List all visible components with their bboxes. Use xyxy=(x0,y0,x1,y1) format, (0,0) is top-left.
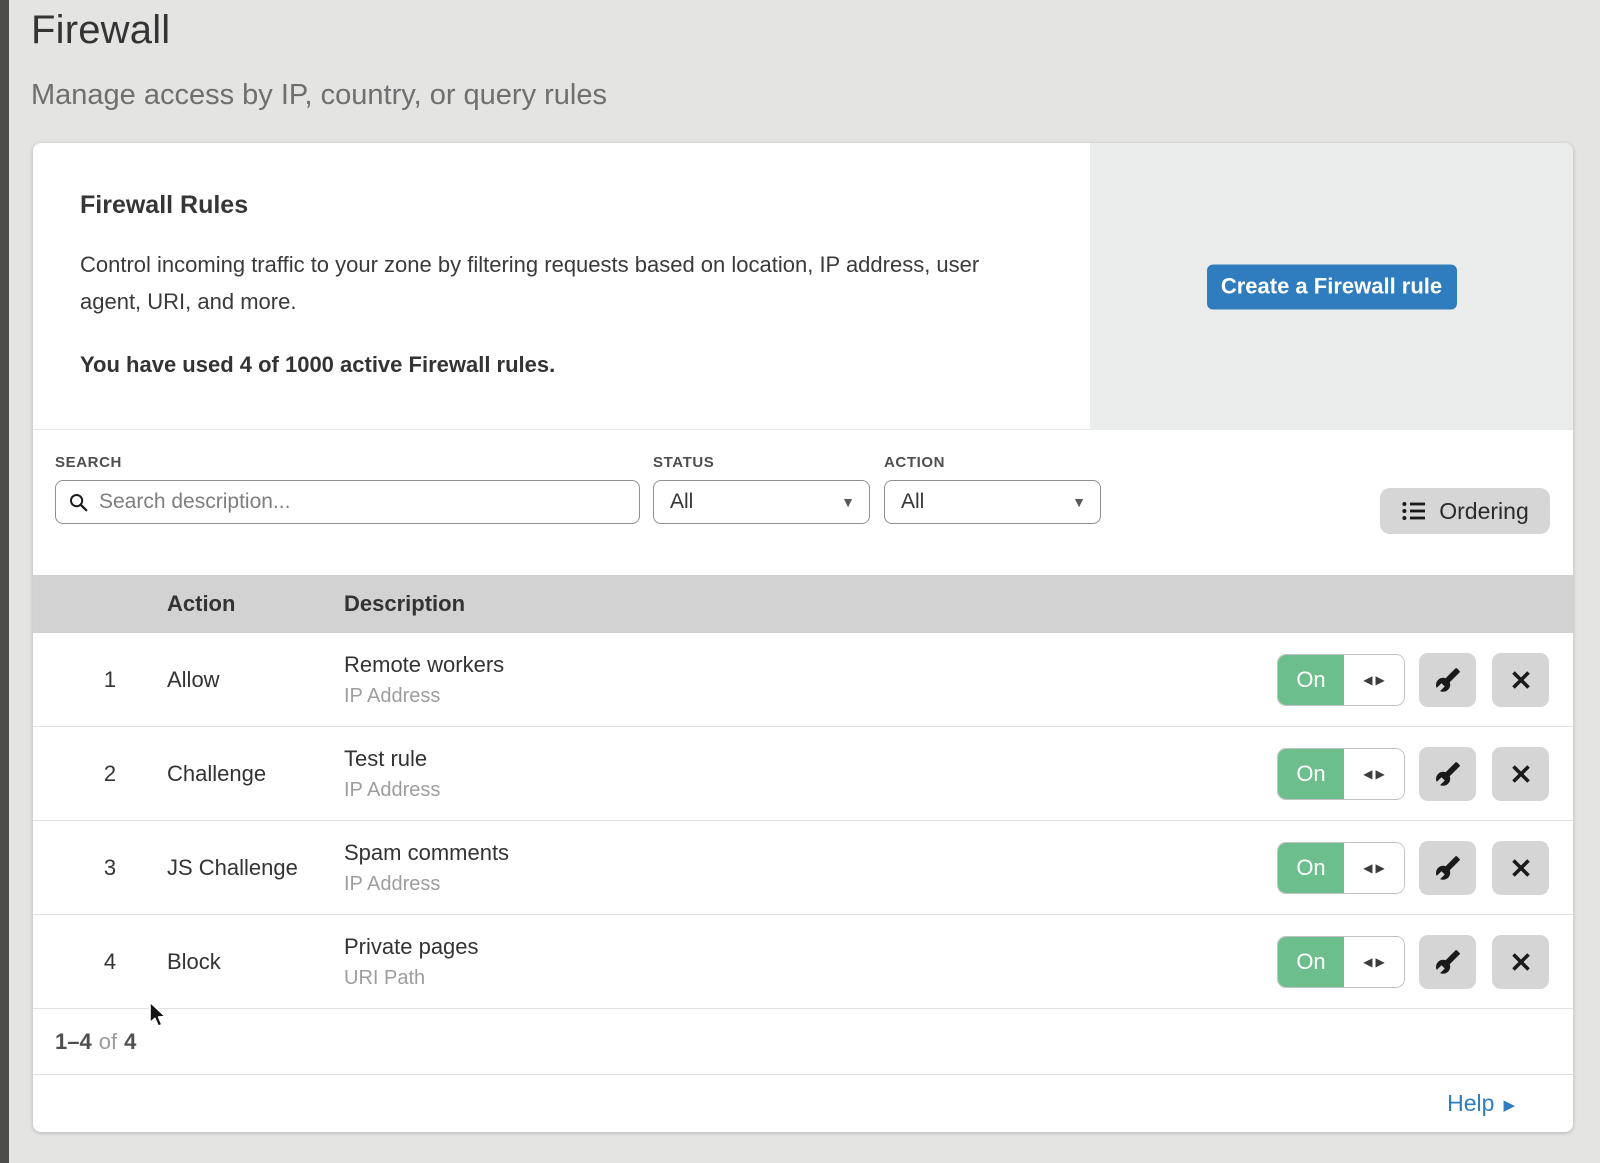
rule-match-type: IP Address xyxy=(344,779,440,802)
status-label: STATUS xyxy=(653,454,870,471)
help-label: Help xyxy=(1447,1090,1494,1117)
close-icon xyxy=(1510,763,1532,785)
ordering-button-label: Ordering xyxy=(1439,498,1528,525)
help-link[interactable]: Help ▶ xyxy=(1447,1090,1515,1117)
left-right-arrows-icon: ◀▶ xyxy=(1344,655,1404,705)
create-firewall-rule-button[interactable]: Create a Firewall rule xyxy=(1207,264,1457,309)
ordering-button[interactable]: Ordering xyxy=(1380,488,1550,534)
rule-number: 2 xyxy=(95,761,125,787)
chevron-down-icon: ▼ xyxy=(1072,494,1086,510)
rule-number: 3 xyxy=(95,855,125,881)
status-filter-group: STATUS All ▼ xyxy=(653,454,870,524)
help-row: Help ▶ xyxy=(33,1075,1573,1132)
wrench-icon xyxy=(1435,855,1461,881)
card-title: Firewall Rules xyxy=(80,191,1040,220)
mouse-cursor xyxy=(148,1001,169,1030)
rule-enabled-toggle[interactable]: On ◀▶ xyxy=(1277,936,1405,988)
status-select[interactable]: All ▼ xyxy=(653,480,870,524)
toggle-on-label: On xyxy=(1278,843,1344,893)
table-row: 1 Allow Remote workers IP Address On ◀▶ xyxy=(33,633,1573,727)
wrench-icon xyxy=(1435,949,1461,975)
left-right-arrows-icon: ◀▶ xyxy=(1344,843,1404,893)
rule-enabled-toggle[interactable]: On ◀▶ xyxy=(1277,748,1405,800)
action-value: All xyxy=(901,490,924,514)
left-edge-strip xyxy=(0,0,9,1163)
rule-match-type: URI Path xyxy=(344,967,479,990)
page-subtitle: Manage access by IP, country, or query r… xyxy=(31,79,607,112)
column-header-description: Description xyxy=(344,591,465,617)
search-icon xyxy=(68,492,89,513)
table-row: 3 JS Challenge Spam comments IP Address … xyxy=(33,821,1573,915)
rule-action: Block xyxy=(167,949,221,975)
table-row: 2 Challenge Test rule IP Address On ◀▶ xyxy=(33,727,1573,821)
edit-rule-button[interactable] xyxy=(1419,841,1476,895)
close-icon xyxy=(1510,857,1532,879)
wrench-icon xyxy=(1435,761,1461,787)
page-title: Firewall xyxy=(31,8,170,53)
rule-description-title: Private pages xyxy=(344,934,479,960)
table-header: Action Description xyxy=(33,575,1573,633)
rule-number: 4 xyxy=(95,949,125,975)
rule-enabled-toggle[interactable]: On ◀▶ xyxy=(1277,842,1405,894)
pagination-range: 1–4 xyxy=(55,1029,92,1055)
left-right-arrows-icon: ◀▶ xyxy=(1344,937,1404,987)
toggle-on-label: On xyxy=(1278,655,1344,705)
action-filter-group: ACTION All ▼ xyxy=(884,454,1101,524)
search-input[interactable] xyxy=(99,490,627,514)
create-rule-panel: Create a Firewall rule xyxy=(1090,143,1573,430)
rule-number: 1 xyxy=(95,667,125,693)
edit-rule-button[interactable] xyxy=(1419,747,1476,801)
card-description: Control incoming traffic to your zone by… xyxy=(80,246,1025,320)
rule-description-title: Spam comments xyxy=(344,840,509,866)
help-caret-icon: ▶ xyxy=(1503,1094,1515,1114)
column-header-action: Action xyxy=(167,591,235,617)
pagination-total: 4 xyxy=(124,1029,136,1055)
firewall-rules-card: Firewall Rules Control incoming traffic … xyxy=(33,143,1573,1132)
rule-description-title: Remote workers xyxy=(344,652,504,678)
edit-rule-button[interactable] xyxy=(1419,935,1476,989)
delete-rule-button[interactable] xyxy=(1492,653,1549,707)
pagination-of: of xyxy=(99,1029,117,1055)
usage-note: You have used 4 of 1000 active Firewall … xyxy=(80,352,1040,378)
rule-match-type: IP Address xyxy=(344,873,509,896)
edit-rule-button[interactable] xyxy=(1419,653,1476,707)
status-value: All xyxy=(670,490,693,514)
rule-description: Spam comments IP Address xyxy=(344,840,509,896)
toggle-on-label: On xyxy=(1278,749,1344,799)
list-icon xyxy=(1401,499,1427,523)
delete-rule-button[interactable] xyxy=(1492,841,1549,895)
table-row: 4 Block Private pages URI Path On ◀▶ xyxy=(33,915,1573,1009)
pagination: 1–4 of 4 xyxy=(33,1009,1573,1075)
rule-action: JS Challenge xyxy=(167,855,298,881)
close-icon xyxy=(1510,951,1532,973)
rule-description: Private pages URI Path xyxy=(344,934,479,990)
filters-section: SEARCH STATUS All ▼ ACTION All ▼ xyxy=(33,430,1573,575)
left-right-arrows-icon: ◀▶ xyxy=(1344,749,1404,799)
delete-rule-button[interactable] xyxy=(1492,935,1549,989)
action-select[interactable]: All ▼ xyxy=(884,480,1101,524)
rule-enabled-toggle[interactable]: On ◀▶ xyxy=(1277,654,1405,706)
rule-match-type: IP Address xyxy=(344,685,504,708)
close-icon xyxy=(1510,669,1532,691)
rule-action: Challenge xyxy=(167,761,266,787)
search-label: SEARCH xyxy=(55,454,640,471)
search-filter-group: SEARCH xyxy=(55,454,640,524)
rule-action: Allow xyxy=(167,667,220,693)
rule-description: Remote workers IP Address xyxy=(344,652,504,708)
rules-intro-text: Firewall Rules Control incoming traffic … xyxy=(80,143,1040,378)
action-label: ACTION xyxy=(884,454,1101,471)
rule-description: Test rule IP Address xyxy=(344,746,440,802)
wrench-icon xyxy=(1435,667,1461,693)
rule-description-title: Test rule xyxy=(344,746,440,772)
search-box xyxy=(55,480,640,524)
chevron-down-icon: ▼ xyxy=(841,494,855,510)
delete-rule-button[interactable] xyxy=(1492,747,1549,801)
rules-intro-section: Firewall Rules Control incoming traffic … xyxy=(33,143,1573,430)
toggle-on-label: On xyxy=(1278,937,1344,987)
